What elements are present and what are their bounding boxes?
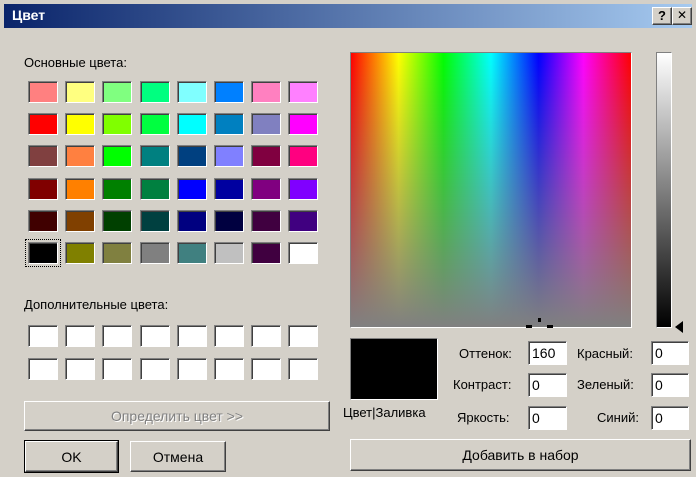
basic-color-swatch[interactable] [28, 113, 58, 136]
basic-color-swatch[interactable] [251, 81, 282, 103]
basic-color-swatch[interactable] [28, 177, 58, 200]
basic-color-swatch[interactable] [288, 209, 319, 232]
basic-color-swatch[interactable] [251, 177, 282, 200]
green-label: Зеленый: [577, 377, 634, 392]
basic-color-swatch[interactable] [251, 113, 282, 136]
custom-color-swatch[interactable] [288, 358, 319, 380]
basic-color-swatch[interactable] [65, 242, 96, 264]
lum-label: Яркость: [457, 410, 510, 425]
custom-colors-label: Дополнительные цвета: [24, 297, 169, 312]
custom-color-swatch[interactable] [102, 358, 133, 380]
custom-color-swatch[interactable] [139, 358, 170, 380]
basic-color-swatch[interactable] [102, 81, 133, 103]
blue-input[interactable] [651, 406, 689, 430]
basic-color-swatch[interactable] [102, 145, 133, 168]
hue-input[interactable] [528, 341, 567, 365]
custom-color-swatch[interactable] [65, 358, 96, 380]
red-input[interactable] [651, 341, 689, 365]
custom-color-swatch[interactable] [251, 358, 282, 380]
basic-color-swatch[interactable] [65, 113, 96, 136]
custom-color-swatch[interactable] [102, 325, 133, 347]
custom-color-swatch[interactable] [65, 325, 96, 347]
luminance-slider[interactable] [656, 52, 672, 328]
basic-color-swatch[interactable] [214, 177, 244, 200]
basic-color-swatch[interactable] [288, 145, 319, 168]
sat-input[interactable] [528, 373, 567, 397]
basic-color-swatch[interactable] [139, 177, 170, 200]
hue-label: Оттенок: [459, 346, 512, 361]
luminance-arrow-icon[interactable] [675, 321, 683, 333]
custom-color-swatch[interactable] [139, 325, 170, 347]
basic-color-swatch[interactable] [176, 113, 207, 136]
basic-color-swatch[interactable] [28, 209, 58, 232]
basic-color-swatch[interactable] [139, 209, 170, 232]
basic-color-swatch[interactable] [102, 113, 133, 136]
basic-color-swatch[interactable] [214, 81, 244, 103]
window-title: Цвет [12, 7, 46, 23]
custom-color-swatch[interactable] [214, 325, 244, 347]
title-bar: Цвет ? ✕ [4, 4, 692, 28]
help-button[interactable]: ? [652, 7, 672, 25]
custom-color-swatch[interactable] [214, 358, 244, 380]
basic-color-swatch[interactable] [288, 81, 319, 103]
custom-color-swatch[interactable] [176, 358, 207, 380]
basic-color-swatch[interactable] [288, 113, 319, 136]
add-to-custom-colors-button[interactable]: Добавить в набор [350, 439, 691, 471]
lum-input[interactable] [528, 406, 567, 430]
basic-color-swatch[interactable] [214, 145, 244, 168]
basic-colors-label: Основные цвета: [24, 55, 127, 70]
color-spectrum[interactable] [350, 52, 632, 328]
custom-color-swatch[interactable] [288, 325, 319, 347]
crosshair-icon [538, 318, 541, 322]
green-input[interactable] [651, 373, 689, 397]
custom-color-swatch[interactable] [251, 325, 282, 347]
preview-label: Цвет|Заливка [343, 405, 426, 420]
crosshair-right-icon [547, 325, 553, 328]
basic-color-swatch[interactable] [65, 81, 96, 103]
basic-color-swatch[interactable] [25, 239, 61, 267]
basic-color-swatch[interactable] [139, 242, 170, 264]
basic-color-swatch[interactable] [176, 177, 207, 200]
basic-color-swatch[interactable] [139, 113, 170, 136]
define-custom-color-button[interactable]: Определить цвет >> [24, 401, 330, 431]
basic-color-swatch[interactable] [65, 177, 96, 200]
basic-color-swatch[interactable] [251, 209, 282, 232]
basic-color-swatch[interactable] [176, 145, 207, 168]
custom-color-swatch[interactable] [28, 358, 58, 380]
cancel-button[interactable]: Отмена [130, 441, 226, 472]
basic-color-swatch[interactable] [176, 209, 207, 232]
color-preview [350, 338, 438, 400]
basic-color-swatch[interactable] [102, 209, 133, 232]
basic-color-swatch[interactable] [65, 209, 96, 232]
basic-color-swatch[interactable] [251, 242, 282, 264]
basic-color-swatch[interactable] [176, 81, 207, 103]
sat-label: Контраст: [453, 377, 512, 392]
close-icon[interactable]: ✕ [672, 7, 692, 25]
crosshair-left-icon [526, 325, 532, 328]
red-label: Красный: [577, 346, 633, 361]
basic-color-swatch[interactable] [102, 242, 133, 264]
basic-color-swatch[interactable] [214, 113, 244, 136]
basic-color-swatch[interactable] [139, 145, 170, 168]
basic-color-swatch[interactable] [28, 145, 58, 168]
basic-color-swatch[interactable] [139, 81, 170, 103]
basic-color-swatch[interactable] [214, 242, 244, 264]
basic-color-swatch[interactable] [28, 81, 58, 103]
blue-label: Синий: [597, 410, 639, 425]
basic-color-swatch[interactable] [102, 177, 133, 200]
basic-color-swatch[interactable] [214, 209, 244, 232]
custom-color-swatch[interactable] [176, 325, 207, 347]
basic-color-swatch[interactable] [288, 242, 319, 264]
basic-color-swatch[interactable] [176, 242, 207, 264]
ok-button[interactable]: OK [24, 440, 119, 473]
custom-color-swatch[interactable] [28, 325, 58, 347]
basic-color-swatch[interactable] [288, 177, 319, 200]
basic-color-swatch[interactable] [65, 145, 96, 168]
basic-color-swatch[interactable] [251, 145, 282, 168]
